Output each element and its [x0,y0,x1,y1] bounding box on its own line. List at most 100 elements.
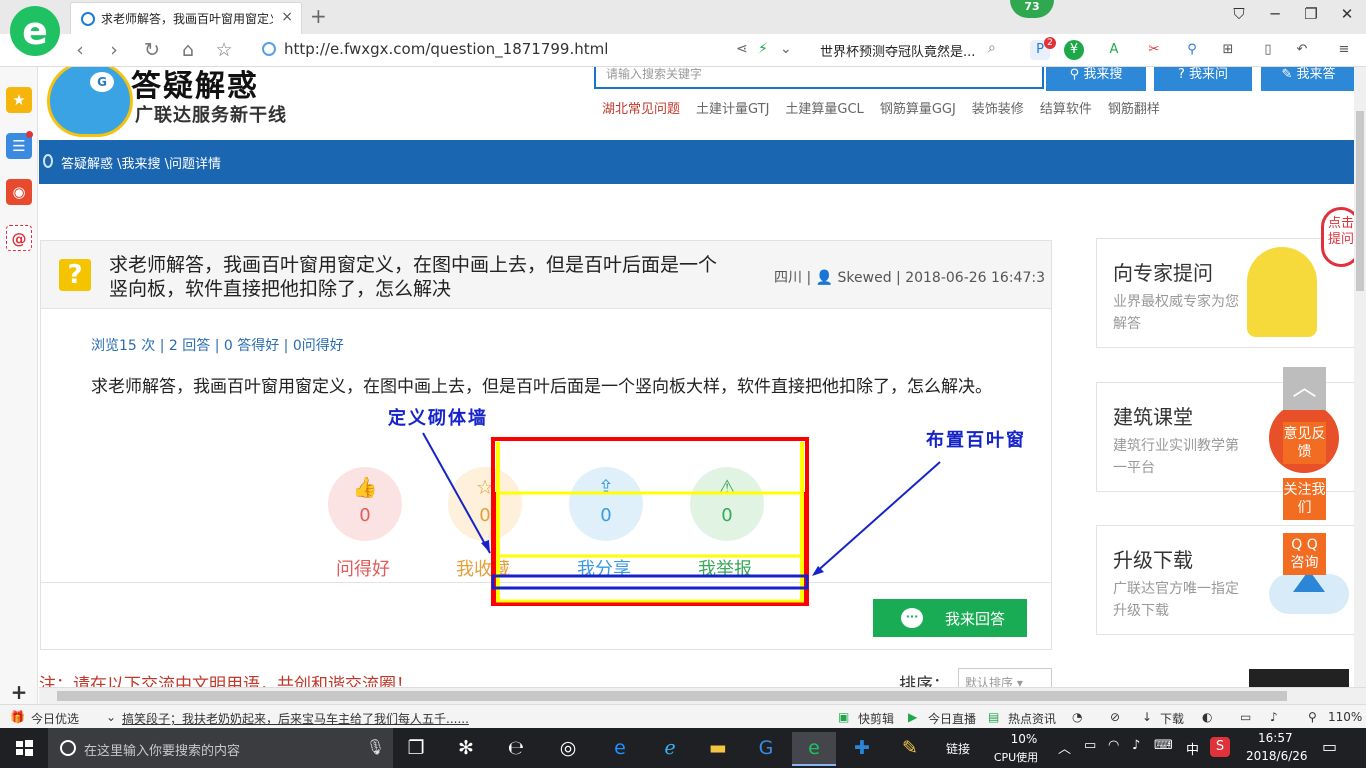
share-button[interactable]: ⇪ 0 [569,467,643,541]
close-window-button[interactable]: ✕ [1332,5,1362,23]
fan-app-icon[interactable]: ✻ [444,732,488,766]
speed-icon[interactable]: ◔ [1072,710,1082,724]
speed-mode-icon[interactable]: ⚡ [758,41,768,57]
active-browser-icon[interactable]: e [792,732,836,766]
home-icon[interactable]: ⌂ [176,39,200,61]
back-to-top-button[interactable]: ︿ [1283,367,1326,410]
search-icon[interactable]: ⌕ [988,40,996,56]
browser-tab[interactable]: 求老师解答，我画百叶窗用窗定义，在图中画上去，但是百叶后面是一个竖向板，软件直接… [70,2,302,34]
hot-link[interactable]: 钢筋算量GGJ [880,102,956,117]
skin-icon[interactable]: ⛉ [1224,5,1254,23]
sort-select[interactable]: 默认排序 ▾ [958,668,1052,687]
remote-app-icon[interactable]: ✚ [840,732,884,766]
microphone-icon[interactable]: 🎙 [366,738,385,756]
glodon-g-icon[interactable]: G [744,732,788,766]
back-icon[interactable]: ‹ [68,39,92,61]
hot-link[interactable]: 钢筋翻样 [1108,102,1160,117]
zoom-icon[interactable]: ⚲ [1308,710,1317,724]
cleanup-icon[interactable]: ◐ [1202,710,1212,724]
mode-dropdown-icon[interactable]: ⌄ [780,41,792,57]
address-bar[interactable]: http://e.fwxgx.com/question_1871799.html [258,38,733,62]
battery-icon[interactable]: ▭ [1084,738,1096,753]
volume-icon[interactable]: ♪ [1132,738,1140,753]
apps-grid-icon[interactable]: ⊞ [1218,40,1238,60]
answer-header-button[interactable]: ✎ 我来答 [1261,67,1354,91]
window-icon[interactable]: ▭ [1240,710,1251,724]
qq-consult-button[interactable]: Q Q 咨询 [1283,533,1326,575]
clock-date[interactable]: 2018/6/26 [1246,749,1308,763]
news-ticker[interactable]: 世界杯预测夺冠队竟然是... [820,41,990,60]
keyboard-icon[interactable]: ⌨ [1154,738,1173,753]
report-label[interactable]: 我举报 [675,555,775,581]
feedback-button[interactable]: 意见反馈 [1283,422,1326,464]
reading-mode-icon[interactable]: ▯ [1258,40,1278,60]
links-toolbar[interactable]: 链接 [946,740,970,757]
horizontal-scroll-thumb[interactable] [57,691,1287,701]
undo-icon[interactable]: ↶ [1292,40,1312,60]
app-swirl-icon[interactable]: ◎ [546,732,590,766]
hot-link[interactable]: 土建计量GTJ [696,102,769,117]
horizontal-scrollbar[interactable] [39,687,1366,704]
question-author[interactable]: Skewed [838,270,892,286]
wifi-icon[interactable]: ◠ [1108,738,1119,753]
ask-button[interactable]: ? 我来问 [1154,67,1252,91]
favorite-label[interactable]: 我收藏 [433,555,533,581]
favorite-star-icon[interactable]: ☆ [212,39,236,61]
breadcrumb[interactable]: 答疑解惑 \我来搜 \问题详情 [61,153,221,172]
quick-clip-link[interactable]: 快剪辑 [858,710,894,727]
ie-icon[interactable]: ℯ [648,732,692,766]
zoom-level[interactable]: 110% [1328,710,1362,724]
email-icon[interactable]: @ [6,225,32,251]
notification-badge[interactable]: 73 [1010,0,1054,18]
search-tool-icon[interactable]: ⚲ [1182,40,1202,60]
security-shield-icon[interactable]: ¥ [1064,40,1084,60]
live-link[interactable]: 今日直播 [928,710,976,727]
new-tab-button[interactable]: + [310,4,327,28]
hot-link[interactable]: 湖北常见问题 [602,102,680,117]
download-link[interactable]: 下载 [1160,710,1184,727]
screenshot-scissors-icon[interactable]: ✂ [1144,40,1164,60]
menu-icon[interactable]: ≡ [1334,40,1354,60]
site-logo-title[interactable]: 答疑解惑 [131,67,259,105]
hot-link[interactable]: 土建算量GCL [785,102,863,117]
hot-link[interactable]: 结算软件 [1040,102,1092,117]
site-search-input[interactable]: 请输入搜索关键字 [594,67,1044,89]
share-label[interactable]: 我分享 [554,555,654,581]
notification-center-icon[interactable]: ▭ [1322,737,1337,756]
vertical-scroll-thumb[interactable] [1356,111,1364,291]
chevron-down-icon[interactable]: ⌄ [106,710,116,724]
ime-indicator[interactable]: 中 [1186,739,1199,758]
taskbar-search[interactable]: 在这里输入你要搜索的内容 🎙 [48,728,393,768]
start-button[interactable] [0,728,48,768]
forward-icon[interactable]: › [102,39,126,61]
sound-icon[interactable]: ♪ [1270,710,1278,724]
weibo-icon[interactable]: ◉ [6,179,32,205]
hot-link[interactable]: 装饰装修 [972,102,1024,117]
refresh-icon[interactable]: ↻ [140,39,164,61]
add-sidebar-icon[interactable]: + [6,679,32,705]
hot-news-link[interactable]: 热点资讯 [1008,710,1056,727]
favorite-button[interactable]: ☆ 0 [448,467,522,541]
share-page-icon[interactable]: ⋖ [736,41,748,57]
site-mascot-logo[interactable]: G [47,67,133,137]
headline-link[interactable]: 搞笑段子；我扶老奶奶起来，后来宝马车主给了我们每人五千...... [122,710,472,727]
browser-logo-icon[interactable]: e [10,6,60,56]
good-question-label[interactable]: 问得好 [313,555,413,581]
click-ask-bubble[interactable]: 点击提问 [1321,207,1354,267]
clock-time[interactable]: 16:57 [1258,731,1293,745]
edge-icon[interactable]: e [598,732,642,766]
favorites-star-icon[interactable]: ★ [6,87,32,113]
report-button[interactable]: ⚠ 0 [690,467,764,541]
url-text[interactable]: http://e.fwxgx.com/question_1871799.html [284,40,608,58]
file-explorer-icon[interactable]: ▬ [696,732,740,766]
today-picks[interactable]: 今日优选 [31,710,79,727]
search-button[interactable]: ⚲ 我来搜 [1046,67,1146,91]
notes-app-icon[interactable]: ✎ [888,732,932,766]
minimize-button[interactable]: ─ [1260,5,1290,23]
translate-icon[interactable]: A [1104,40,1124,60]
ask-expert-panel[interactable]: 向专家提问 业界最权威专家为您解答 点击提问 [1096,207,1354,348]
task-view-icon[interactable]: ❐ [394,732,438,766]
maximize-button[interactable]: ❐ [1296,5,1326,23]
tab-close-icon[interactable]: × [281,9,293,25]
answer-button[interactable]: ··· 我来回答 [873,599,1027,637]
